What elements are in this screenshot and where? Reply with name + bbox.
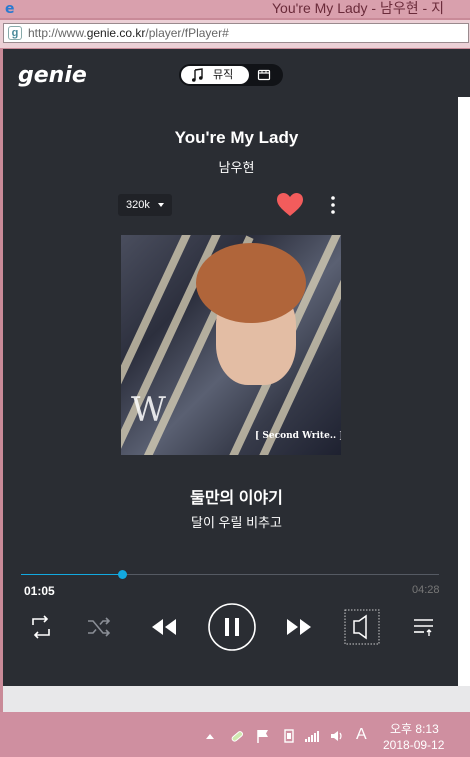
- flag-icon[interactable]: [255, 728, 271, 744]
- song-title: You're My Lady: [174, 128, 299, 147]
- artist-name[interactable]: 남우현: [3, 157, 470, 176]
- heart-icon[interactable]: [276, 192, 304, 218]
- ime-indicator[interactable]: A: [356, 726, 367, 744]
- lyric-next: 달이 우릴 비추고: [191, 515, 282, 530]
- music-note-icon: [192, 68, 203, 82]
- clock-time[interactable]: 오후 8:13: [390, 720, 439, 737]
- power-icon[interactable]: [281, 728, 297, 744]
- next-icon[interactable]: [285, 616, 313, 638]
- previous-icon[interactable]: [150, 616, 178, 638]
- progress-bar[interactable]: [21, 570, 439, 579]
- shuffle-icon[interactable]: [86, 614, 112, 640]
- genie-logo[interactable]: genie: [18, 61, 88, 89]
- progress-fill: [21, 574, 123, 575]
- album-title-text: [ Second Write.. ]: [255, 431, 341, 441]
- address-bar[interactable]: g http://www.genie.co.kr/player/fPlayer#: [0, 20, 470, 48]
- volume-icon[interactable]: [329, 728, 345, 744]
- page-scroll-area: [458, 97, 470, 687]
- clock-date[interactable]: 2018-09-12: [383, 738, 444, 752]
- url-box[interactable]: g http://www.genie.co.kr/player/fPlayer#: [3, 23, 469, 43]
- battery-pill-icon[interactable]: [229, 728, 245, 744]
- chevron-down-icon: [157, 203, 164, 208]
- network-icon[interactable]: [304, 728, 320, 744]
- current-time: 01:05: [24, 584, 55, 598]
- logo-text: genie: [18, 63, 87, 88]
- ie-browser-icon: e: [5, 1, 15, 16]
- tab-music[interactable]: 뮤직: [181, 66, 249, 84]
- progress-handle[interactable]: [118, 570, 128, 579]
- lyric-current: 둘만의 이야기: [190, 490, 283, 507]
- media-tabs: 뮤직: [179, 64, 283, 86]
- more-options-icon[interactable]: [325, 194, 341, 216]
- genie-favicon-icon: g: [8, 26, 22, 40]
- tray-expand-icon[interactable]: [205, 732, 215, 740]
- tab-music-label: 뮤직: [213, 69, 234, 81]
- url-text[interactable]: http://www.genie.co.kr/player/fPlayer#: [28, 26, 229, 40]
- playlist-icon[interactable]: [411, 615, 437, 639]
- genie-player: genie 뮤직 You're My Lady 남우현 320k W [ Sec…: [3, 49, 470, 689]
- duration: 04:28: [412, 584, 440, 596]
- pause-icon[interactable]: [207, 602, 257, 652]
- quality-value: 320k: [126, 199, 150, 211]
- window-title-bar: e You're My Lady - 남우현 - 지: [0, 0, 470, 18]
- window-title: You're My Lady - 남우현 - 지: [272, 0, 444, 16]
- svg-text:e: e: [5, 1, 15, 16]
- quality-select[interactable]: 320k: [118, 194, 172, 216]
- album-monogram: W: [131, 390, 166, 430]
- player-footer: [3, 686, 470, 712]
- repeat-icon[interactable]: [28, 614, 54, 640]
- equalizer-icon[interactable]: [344, 609, 380, 645]
- album-art: W [ Second Write.. ]: [121, 235, 341, 455]
- taskbar: A 오후 8:13 2018-09-12: [0, 712, 470, 757]
- video-icon[interactable]: [257, 68, 271, 82]
- portrait-hair: [196, 243, 306, 323]
